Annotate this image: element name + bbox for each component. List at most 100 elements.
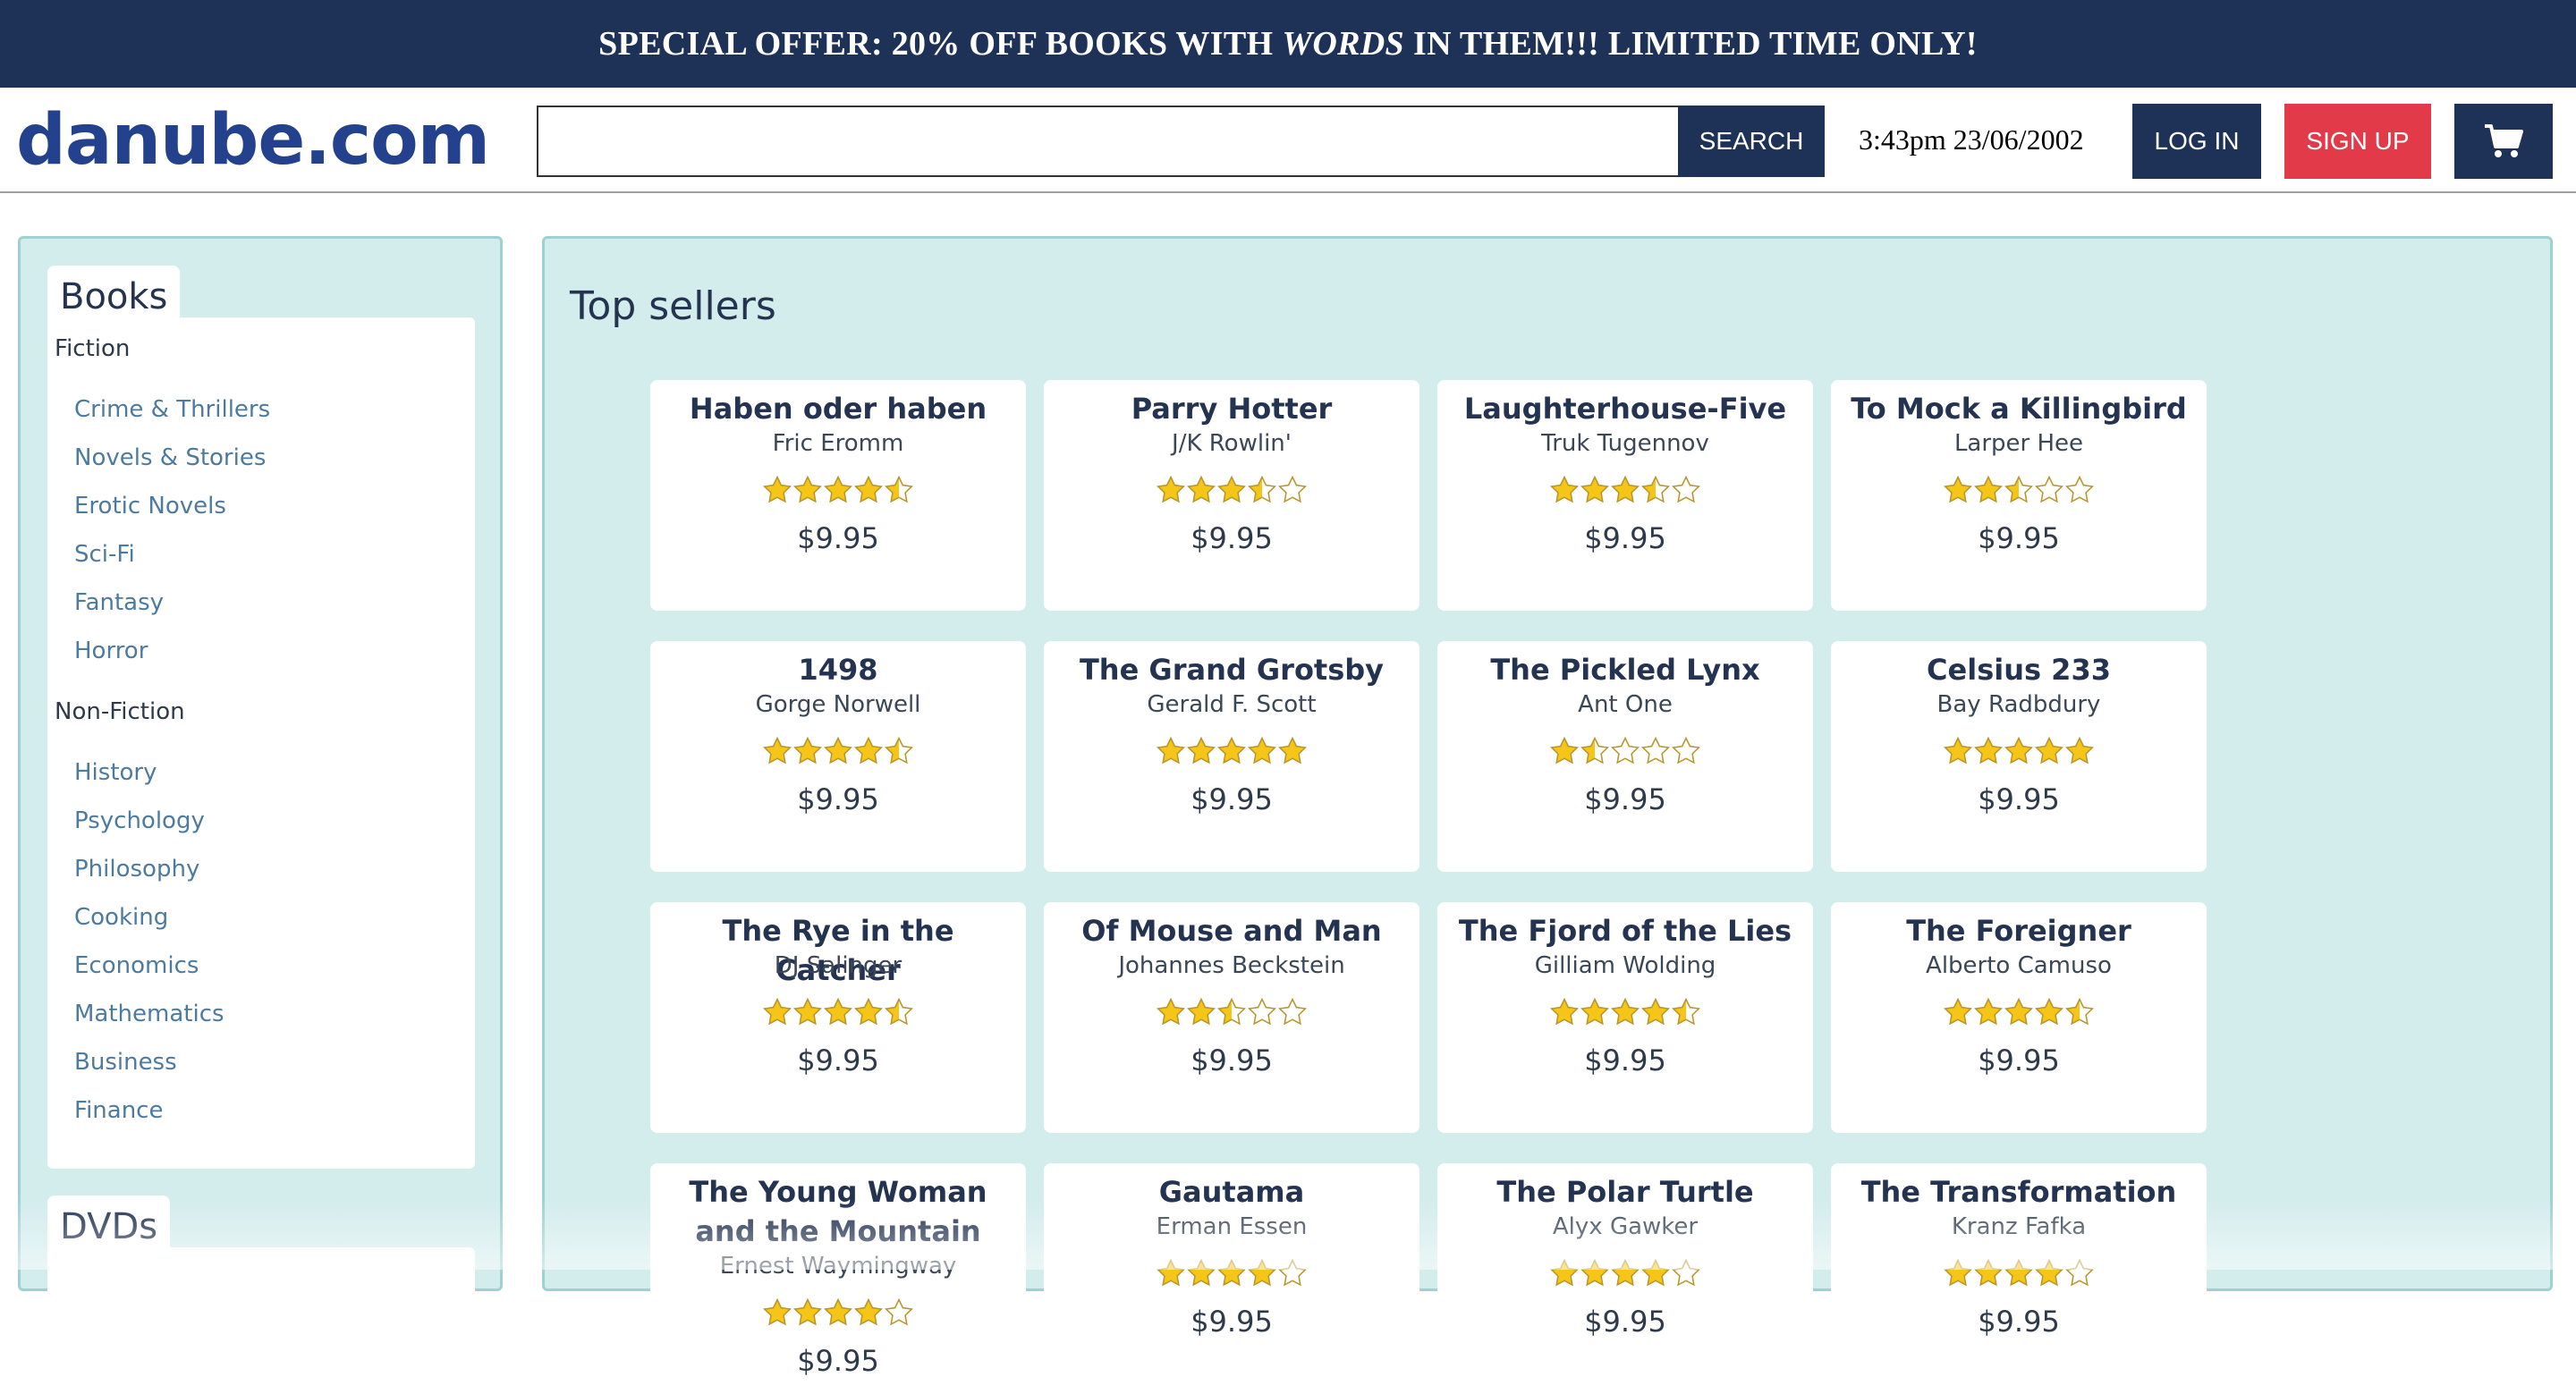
sidebar-item-novels-stories[interactable]: Novels & Stories — [74, 444, 266, 471]
top-sellers-panel: Top sellers Haben oder haben Fric Eromm $9… — [542, 236, 2553, 1394]
book-rating — [650, 736, 1026, 768]
book-title[interactable]: Haben oder haben — [659, 389, 1017, 428]
book-price: $9.95 — [1978, 521, 2060, 555]
login-button[interactable]: LOG IN — [2132, 104, 2261, 179]
book-author: Kranz Fafka — [1951, 1213, 2087, 1240]
book-card[interactable]: Haben oder haben Fric Eromm $9.95 — [650, 380, 1026, 611]
star-icon — [1610, 736, 1640, 765]
promo-text-after: IN THEM!!! LIMITED TIME ONLY! — [1412, 25, 1978, 63]
book-title[interactable]: The Foreigner — [1840, 911, 2198, 950]
star-icon — [1943, 1258, 1973, 1287]
book-title[interactable]: The Fjord of the Lies — [1446, 911, 1804, 950]
book-card[interactable]: Gautama Erman Essen $9.95 — [1044, 1163, 1419, 1394]
book-card[interactable]: The Fjord of the Lies Gilliam Wolding $9.9… — [1437, 902, 1813, 1133]
star-icon — [1549, 475, 1580, 503]
sidebar-item-business[interactable]: Business — [74, 1049, 177, 1076]
star-icon — [1247, 736, 1277, 765]
site-logo[interactable]: danube.com — [16, 100, 490, 181]
book-author: Truk Tugennov — [1541, 430, 1709, 457]
book-author: Ant One — [1578, 691, 1673, 718]
book-price: $9.95 — [1191, 782, 1273, 816]
book-price: $9.95 — [1584, 782, 1666, 816]
book-card[interactable]: Of Mouse and Man Johannes Beckstein $9.95 — [1044, 902, 1419, 1133]
sidebar-item-crime-thrillers[interactable]: Crime & Thrillers — [74, 396, 270, 423]
book-card[interactable]: Parry Hotter J/K Rowlin' $9.95 — [1044, 380, 1419, 611]
search-button[interactable]: SEARCH — [1678, 106, 1825, 177]
book-card[interactable]: 1498 Gorge Norwell $9.95 — [650, 641, 1026, 872]
book-author: Alyx Gawker — [1552, 1213, 1699, 1240]
sidebar-tab-books[interactable]: Books — [47, 266, 181, 319]
site-header: danube.com SEARCH 3:43pm 23/06/2002 LOG … — [0, 88, 2576, 193]
book-title[interactable]: The Young Woman and the Mountain — [659, 1172, 1017, 1251]
sidebar-item-erotic-novels[interactable]: Erotic Novels — [74, 493, 226, 520]
book-title[interactable]: The Pickled Lynx — [1446, 650, 1804, 689]
star-icon — [1640, 1258, 1671, 1287]
book-rating — [650, 475, 1026, 507]
sidebar-category-fiction[interactable]: Fiction — [55, 335, 130, 362]
sidebar-item-horror[interactable]: Horror — [74, 638, 148, 664]
sidebar-tab-dvds[interactable]: DVDs — [47, 1195, 171, 1249]
search-input[interactable] — [537, 106, 1680, 177]
book-card[interactable]: Celsius 233 Bay Radbdury $9.95 — [1831, 641, 2207, 872]
book-rating — [650, 997, 1026, 1029]
star-icon — [823, 736, 853, 765]
cart-button[interactable] — [2454, 104, 2553, 179]
book-rating — [1831, 475, 2207, 507]
book-card[interactable]: The Young Woman and the Mountain Ernest W… — [650, 1163, 1026, 1394]
book-card[interactable]: Laughterhouse-Five Truk Tugennov $9.95 — [1437, 380, 1813, 611]
book-rating — [1437, 475, 1813, 507]
sidebar-item-mathematics[interactable]: Mathematics — [74, 1001, 225, 1027]
star-icon — [2004, 475, 2034, 503]
star-icon — [823, 1297, 853, 1326]
book-price: $9.95 — [797, 1043, 879, 1077]
signup-button[interactable]: SIGN UP — [2284, 104, 2431, 179]
star-icon — [1216, 475, 1247, 503]
book-card[interactable]: The Polar Turtle Alyx Gawker $9.95 — [1437, 1163, 1813, 1394]
book-title[interactable]: Laughterhouse-Five — [1446, 389, 1804, 428]
book-title[interactable]: Parry Hotter — [1053, 389, 1411, 428]
star-icon — [853, 736, 884, 765]
book-card[interactable]: To Mock a Killingbird Larper Hee $9.95 — [1831, 380, 2207, 611]
book-card[interactable]: The Grand Grotsby Gerald F. Scott $9.95 — [1044, 641, 1419, 872]
book-author: Fric Eromm — [772, 430, 904, 457]
book-title[interactable]: The Transformation — [1840, 1172, 2198, 1212]
promo-text-before: SPECIAL OFFER: 20% OFF BOOKS WITH — [598, 25, 1274, 63]
star-icon — [853, 475, 884, 503]
sidebar-item-history[interactable]: History — [74, 759, 157, 786]
star-icon — [1216, 997, 1247, 1026]
sidebar-item-economics[interactable]: Economics — [74, 952, 199, 979]
book-card[interactable]: The Pickled Lynx Ant One $9.95 — [1437, 641, 1813, 872]
book-title[interactable]: The Polar Turtle — [1446, 1172, 1804, 1212]
sidebar-item-fantasy[interactable]: Fantasy — [74, 589, 164, 616]
book-title[interactable]: The Grand Grotsby — [1053, 650, 1411, 689]
book-title[interactable]: Gautama — [1053, 1172, 1411, 1212]
sidebar-item-psychology[interactable]: Psychology — [74, 807, 205, 834]
sidebar-item-finance[interactable]: Finance — [74, 1097, 163, 1124]
star-icon — [2064, 1258, 2095, 1287]
book-rating — [1437, 997, 1813, 1029]
book-title[interactable]: Of Mouse and Man — [1053, 911, 1411, 950]
sidebar-item-philosophy[interactable]: Philosophy — [74, 856, 199, 883]
book-price: $9.95 — [1191, 1305, 1273, 1339]
star-icon — [1277, 1258, 1308, 1287]
star-icon — [1671, 475, 1701, 503]
book-card[interactable]: The Transformation Kranz Fafka $9.95 — [1831, 1163, 2207, 1394]
book-title[interactable]: Celsius 233 — [1840, 650, 2198, 689]
star-icon — [1549, 1258, 1580, 1287]
star-icon — [884, 475, 914, 503]
book-rating — [1044, 475, 1419, 507]
book-price: $9.95 — [797, 1344, 879, 1378]
sidebar-category-non-fiction[interactable]: Non-Fiction — [55, 698, 185, 725]
book-card[interactable]: The Rye in the Catcher DJ Salinger $9.95 — [650, 902, 1026, 1133]
star-icon — [1156, 736, 1186, 765]
star-icon — [1671, 997, 1701, 1026]
book-title[interactable]: 1498 — [659, 650, 1017, 689]
book-author: Johannes Beckstein — [1118, 952, 1345, 979]
sidebar-item-cooking[interactable]: Cooking — [74, 904, 168, 931]
star-icon — [1973, 736, 2004, 765]
book-card[interactable]: The Foreigner Alberto Camuso $9.95 — [1831, 902, 2207, 1133]
star-icon — [1247, 997, 1277, 1026]
star-icon — [853, 1297, 884, 1326]
book-title[interactable]: To Mock a Killingbird — [1840, 389, 2198, 428]
sidebar-item-sci-fi[interactable]: Sci-Fi — [74, 541, 135, 568]
